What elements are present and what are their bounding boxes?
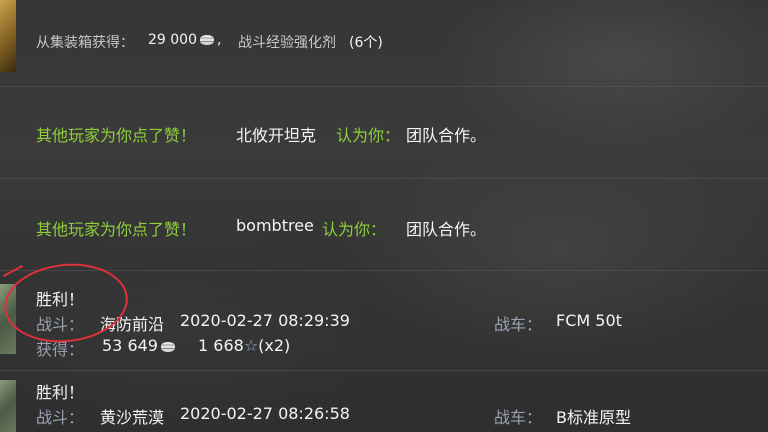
like-trait: 团队合作。 — [406, 126, 487, 145]
like-prefix: 其他玩家为你点了赞！ — [36, 126, 197, 145]
like-verb: 认为你： — [322, 220, 387, 239]
battle-result-row[interactable]: 胜利！ 战斗： 黄沙荒漠 2020-02-27 08:26:58 战车： B标准… — [0, 370, 768, 432]
like-player-name: bombtree — [236, 216, 314, 235]
reward-item: 战斗经验强化剂 — [238, 35, 336, 51]
reward-amount: 29 000, — [148, 32, 222, 48]
battle-datetime: 2020-02-27 08:29:39 — [180, 311, 350, 330]
like-trait: 团队合作。 — [406, 220, 487, 239]
vehicle-label: 战车： — [494, 408, 543, 427]
container-reward-row: 从集装箱获得： 29 000, 战斗经验强化剂 (6个) — [0, 0, 768, 87]
tank-thumbnail — [0, 380, 16, 432]
vehicle-label: 战车： — [494, 315, 543, 334]
like-notification-row: 其他玩家为你点了赞！ bombtree 认为你： 团队合作。 — [0, 178, 768, 271]
battle-map: 黄沙荒漠 — [100, 408, 165, 427]
like-notification-row: 其他玩家为你点了赞！ 北攸开坦克 认为你： 团队合作。 — [0, 86, 768, 179]
silver-coin-icon — [160, 341, 175, 352]
like-player-name: 北攸开坦克 — [236, 126, 317, 145]
vehicle-name: B标准原型 — [556, 408, 631, 427]
battle-label: 战斗： — [36, 408, 85, 427]
reward-label: 从集装箱获得： — [36, 35, 134, 51]
earned-credits: 53 649 — [102, 336, 178, 355]
like-prefix: 其他玩家为你点了赞！ — [36, 220, 197, 239]
battle-result: 胜利！ — [36, 383, 85, 402]
earned-xp: 1 668☆(x2) — [198, 336, 291, 355]
reward-count: (6个) — [349, 35, 383, 51]
like-verb: 认为你： — [336, 126, 401, 145]
container-icon — [0, 0, 16, 72]
silver-coin-icon — [200, 35, 214, 45]
star-icon: ☆ — [243, 336, 259, 355]
vehicle-name: FCM 50t — [556, 311, 622, 330]
battle-datetime: 2020-02-27 08:26:58 — [180, 404, 350, 423]
